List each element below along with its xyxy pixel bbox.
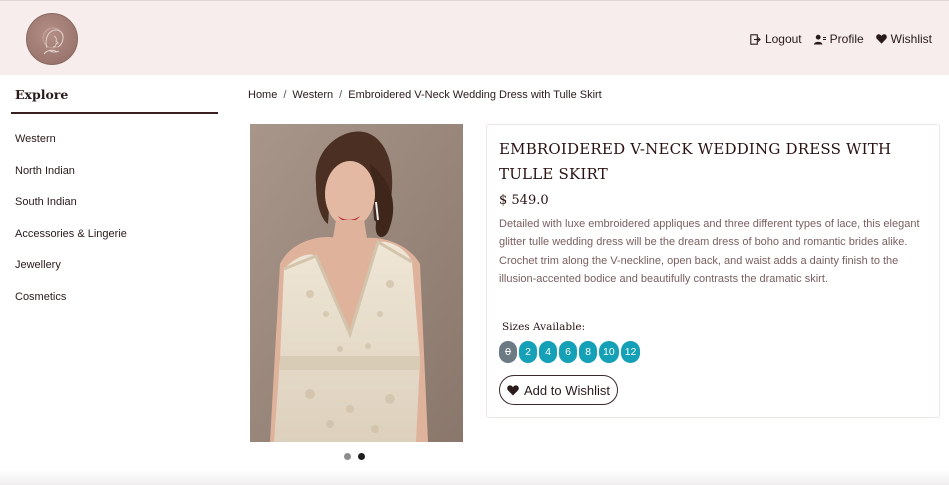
- heart-icon: [507, 384, 519, 396]
- size-option-8[interactable]: 8: [579, 341, 597, 363]
- profile-icon: [813, 34, 826, 44]
- brand-logo[interactable]: [26, 13, 78, 65]
- size-option-4[interactable]: 4: [539, 341, 557, 363]
- size-option-6[interactable]: 6: [559, 341, 577, 363]
- size-option-0[interactable]: 0: [499, 341, 517, 363]
- sidebar-item-cosmetics[interactable]: Cosmetics: [11, 282, 218, 314]
- breadcrumb-current: Embroidered V-Neck Wedding Dress with Tu…: [348, 89, 602, 101]
- breadcrumb-category[interactable]: Western: [292, 89, 333, 101]
- category-sidebar: Explore Western North Indian South India…: [11, 76, 218, 314]
- sizes-label: Sizes Available:: [502, 321, 586, 333]
- sidebar-title: Explore: [11, 76, 218, 114]
- size-option-2[interactable]: 2: [519, 341, 537, 363]
- page-bottom-edge: [0, 470, 949, 485]
- logout-icon: [750, 33, 761, 45]
- product-price: $ 549.0: [499, 193, 549, 208]
- breadcrumb-home[interactable]: Home: [248, 89, 277, 101]
- carousel-indicators: [344, 453, 365, 460]
- product-title: EMBROIDERED V-NECK WEDDING DRESS WITH TU…: [499, 140, 892, 183]
- logout-label: Logout: [764, 32, 802, 46]
- profile-label: Profile: [829, 32, 864, 46]
- wishlist-link[interactable]: Wishlist: [875, 32, 932, 46]
- carousel-dot-2[interactable]: [358, 453, 365, 460]
- product-photo: [250, 124, 463, 442]
- size-options: 0 2 4 6 8 10 12: [499, 341, 641, 363]
- carousel-dot-1[interactable]: [344, 453, 351, 460]
- sidebar-item-jewellery[interactable]: Jewellery: [11, 250, 218, 282]
- sidebar-item-accessories-lingerie[interactable]: Accessories & Lingerie: [11, 219, 218, 251]
- add-to-wishlist-button[interactable]: Add to Wishlist: [499, 375, 618, 405]
- breadcrumb-separator: /: [339, 89, 343, 101]
- sidebar-item-north-indian[interactable]: North Indian: [11, 156, 218, 188]
- size-option-12[interactable]: 12: [620, 341, 641, 363]
- breadcrumb: Home / Western / Embroidered V-Neck Wedd…: [248, 89, 602, 101]
- product-description: Detailed with luxe embroidered appliques…: [499, 218, 920, 285]
- top-navigation: Logout Profile Wishlist: [750, 32, 932, 46]
- add-to-wishlist-label: Add to Wishlist: [524, 382, 610, 398]
- heart-icon: [875, 34, 887, 44]
- sidebar-item-south-indian[interactable]: South Indian: [11, 187, 218, 219]
- product-details-card: EMBROIDERED V-NECK WEDDING DRESS WITH TU…: [486, 124, 940, 418]
- size-option-10[interactable]: 10: [599, 341, 619, 363]
- site-header: Logout Profile Wishlist: [0, 0, 949, 75]
- sidebar-item-western[interactable]: Western: [11, 124, 218, 156]
- profile-link[interactable]: Profile: [813, 32, 864, 46]
- logo-portrait-icon: [42, 27, 64, 55]
- product-image[interactable]: [250, 124, 463, 442]
- breadcrumb-separator: /: [283, 89, 287, 101]
- category-list: Western North Indian South Indian Access…: [11, 124, 218, 314]
- logout-link[interactable]: Logout: [750, 32, 802, 46]
- wishlist-label: Wishlist: [890, 32, 932, 46]
